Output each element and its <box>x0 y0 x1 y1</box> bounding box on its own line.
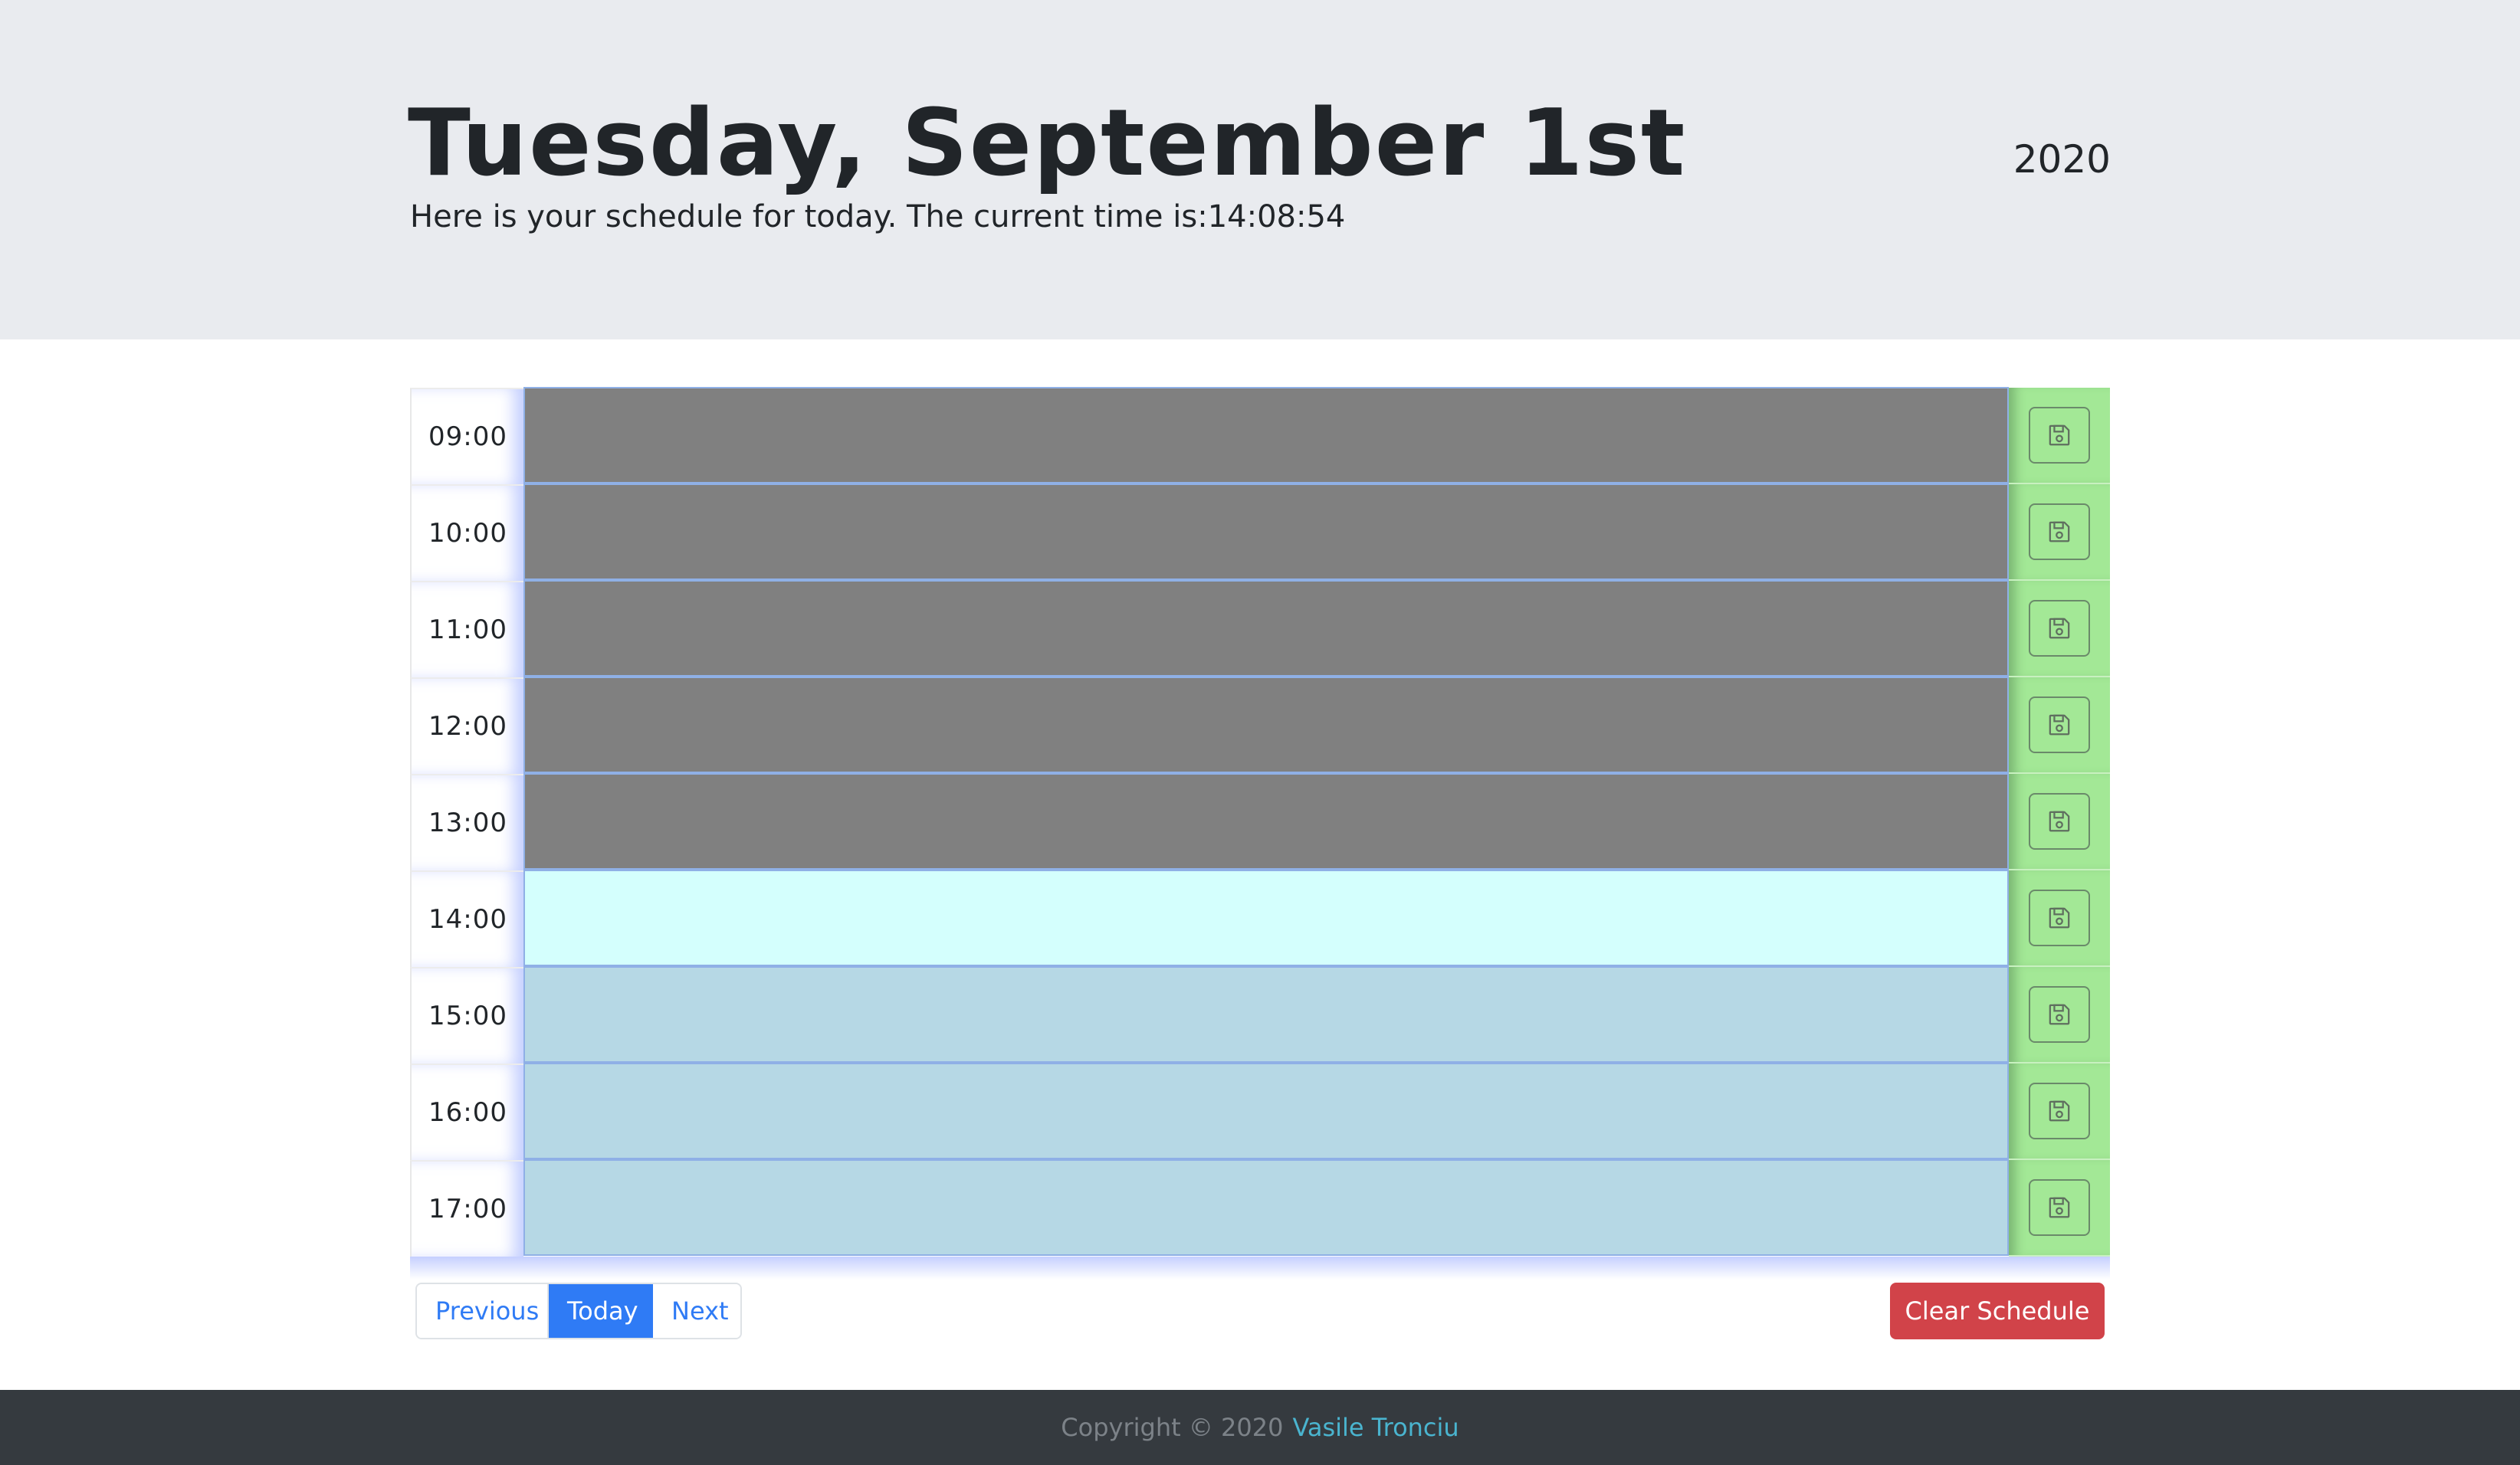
save-button[interactable] <box>2029 793 2090 850</box>
floppy-disk-icon <box>2049 714 2070 736</box>
page-footer: Copyright © 2020 Vasile Tronciu <box>0 1390 2520 1465</box>
save-cell <box>2009 677 2110 774</box>
next-day-button[interactable]: Next <box>653 1284 740 1338</box>
hour-label: 15:00 <box>410 967 523 1064</box>
floppy-disk-icon <box>2049 618 2070 639</box>
save-cell <box>2009 774 2110 870</box>
schedule-shadow <box>410 1257 2110 1280</box>
current-time-line: Here is your schedule for today. The cur… <box>410 195 1345 239</box>
save-cell <box>2009 1064 2110 1160</box>
floppy-disk-icon <box>2049 907 2070 929</box>
hour-label: 13:00 <box>410 774 523 870</box>
page-header: Tuesday, September 1st Here is your sche… <box>0 0 2520 339</box>
subtitle-text: Here is your schedule for today. The cur… <box>410 199 1208 234</box>
day-navigation: Previous Today Next <box>415 1283 742 1339</box>
today-button[interactable]: Today <box>549 1284 653 1338</box>
save-cell <box>2009 1160 2110 1257</box>
event-description-field[interactable] <box>523 1063 2009 1159</box>
save-button[interactable] <box>2029 503 2090 560</box>
copyright-text: Copyright © 2020 <box>1061 1413 1284 1442</box>
time-block-row: 16:00 <box>410 1063 2110 1160</box>
event-description-field[interactable] <box>523 677 2009 773</box>
floppy-disk-icon <box>2049 424 2070 446</box>
event-description-field[interactable] <box>523 1159 2009 1256</box>
time-block-row: 09:00 <box>410 387 2110 484</box>
floppy-disk-icon <box>2049 811 2070 832</box>
floppy-disk-icon <box>2049 1100 2070 1122</box>
time-block-list: 09:00 10:00 11:00 12:00 13:00 14:00 15:00 16:00… <box>410 387 2110 1257</box>
time-block-row: 13:00 <box>410 773 2110 870</box>
save-cell <box>2009 388 2110 484</box>
save-cell <box>2009 967 2110 1064</box>
hour-label: 11:00 <box>410 581 523 677</box>
time-block-row: 10:00 <box>410 483 2110 581</box>
time-block-row: 11:00 <box>410 580 2110 677</box>
page-title: Tuesday, September 1st <box>408 90 1687 197</box>
save-cell <box>2009 870 2110 967</box>
save-button[interactable] <box>2029 407 2090 464</box>
event-description-field[interactable] <box>523 580 2009 677</box>
author-link[interactable]: Vasile Tronciu <box>1292 1413 1459 1442</box>
floppy-disk-icon <box>2049 521 2070 542</box>
year-label: 2020 <box>2013 137 2111 182</box>
save-button[interactable] <box>2029 600 2090 657</box>
save-button[interactable] <box>2029 986 2090 1043</box>
clear-schedule-button[interactable]: Clear Schedule <box>1890 1283 2105 1339</box>
schedule-container: 09:00 10:00 11:00 12:00 13:00 14:00 15:00 16:00… <box>410 387 2110 1280</box>
time-block-row: 14:00 <box>410 870 2110 967</box>
event-description-field[interactable] <box>523 966 2009 1063</box>
floppy-disk-icon <box>2049 1004 2070 1025</box>
save-button[interactable] <box>2029 1179 2090 1236</box>
hour-label: 12:00 <box>410 677 523 774</box>
event-description-field[interactable] <box>523 773 2009 870</box>
hour-label: 10:00 <box>410 484 523 581</box>
event-description-field[interactable] <box>523 870 2009 966</box>
event-description-field[interactable] <box>523 387 2009 483</box>
save-button[interactable] <box>2029 1083 2090 1139</box>
hour-label: 17:00 <box>410 1160 523 1257</box>
save-cell <box>2009 581 2110 677</box>
save-button[interactable] <box>2029 890 2090 946</box>
current-time: 14:08:54 <box>1207 199 1346 234</box>
save-cell <box>2009 484 2110 581</box>
time-block-row: 17:00 <box>410 1159 2110 1257</box>
previous-day-button[interactable]: Previous <box>417 1284 549 1338</box>
event-description-field[interactable] <box>523 483 2009 580</box>
floppy-disk-icon <box>2049 1197 2070 1218</box>
time-block-row: 15:00 <box>410 966 2110 1064</box>
hour-label: 14:00 <box>410 870 523 967</box>
save-button[interactable] <box>2029 696 2090 753</box>
hour-label: 09:00 <box>410 388 523 484</box>
hour-label: 16:00 <box>410 1064 523 1160</box>
time-block-row: 12:00 <box>410 677 2110 774</box>
